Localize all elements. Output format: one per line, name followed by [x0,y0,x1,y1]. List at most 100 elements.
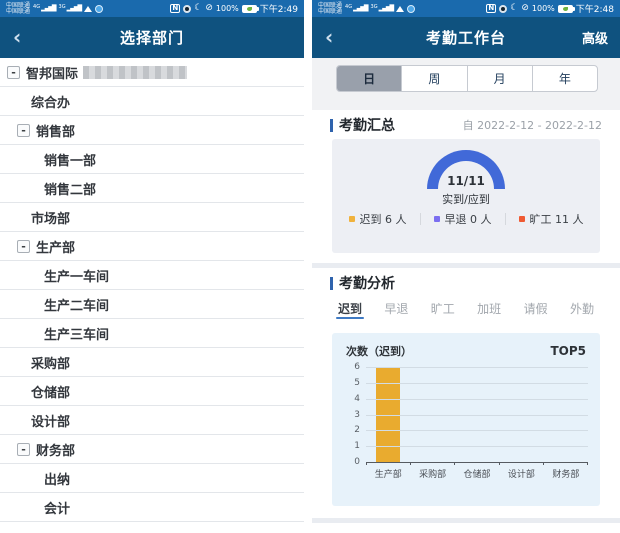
summary-legend: 迟到 6 人 早退 0 人 旷工 11 人 [332,211,600,227]
x-axis-ticks [366,462,588,465]
tick-mark [542,462,587,465]
legend-label: 旷工 11 人 [529,213,584,226]
tab-leave[interactable]: 请假 [522,296,550,320]
tree-row[interactable]: - 销售部 [0,116,304,145]
collapse-toggle-icon[interactable]: - [17,123,30,137]
screenshot-canvas: 中国联通 中国联通 4G ▂▄▆█ 3G ▂▄▆█ N ☾ ⊘ 100% 下午2… [0,0,620,533]
clock-time: 下午2:49 [259,5,298,15]
tree-row-label: 综合办 [31,95,71,111]
carrier-label: 中国联通 中国联通 [6,2,30,15]
back-button[interactable]: ‹ [13,27,21,47]
signal-bars-icon-2: ▂▄▆█ [66,5,83,12]
gauge-value: 11/11 [447,174,485,188]
tab-overtime[interactable]: 加班 [475,296,503,320]
night-mode-icon: ☾ [194,3,203,13]
wifi-icon [396,5,405,12]
collapse-toggle-icon[interactable]: - [17,239,30,253]
tree-row-label: 市场部 [31,211,71,227]
date-range-label: 自 2022-2-12 - 2022-2-12 [462,119,602,132]
tree-row[interactable]: - 智邦国际 [0,58,304,87]
tab-early-leave[interactable]: 早退 [382,296,410,320]
section-accent-bar [330,118,333,132]
tree-row[interactable]: - 生产部 [0,232,304,261]
gridline [366,382,588,384]
signal-bars-icon-2: ▂▄▆█ [378,5,395,12]
battery-icon [557,4,575,13]
status-bar: 中国联通 中国联通 4G ▂▄▆█ 3G ▂▄▆█ N ☾ ⊘ 100% 下午2… [0,0,304,17]
chart-title: 次数（迟到） [346,345,412,358]
tree-row[interactable]: 综合办 [0,87,304,116]
tab-absent[interactable]: 旷工 [429,296,457,320]
section-title: 考勤汇总 [339,118,395,134]
tree-row[interactable]: 设计部 [0,406,304,435]
legend-swatch-absent [518,216,525,222]
collapse-toggle-icon[interactable]: - [7,65,20,79]
signal-bars-icon: ▂▄▆█ [41,5,57,12]
page-title: 选择部门 [119,29,184,47]
segment-year[interactable]: 年 [531,66,597,91]
tick-mark [366,462,410,465]
status-bar: 中国联通 中国联通 4G ▂▄▆█ 3G ▂▄▆█ N ☾ ⊘ 100% 下午2… [312,0,620,17]
signal-icon-2: 3G ▂▄▆█ [370,4,395,13]
tick-mark [498,462,543,465]
back-button[interactable]: ‹ [325,27,333,47]
night-mode-icon: ☾ [510,3,519,13]
signal-icon-2: 3G ▂▄▆█ [59,5,83,13]
tree-row-label: 生产二车间 [44,298,110,314]
battery-icon [241,4,259,13]
x-axis-labels: 生产部 采购部 仓储部 设计部 财务部 [366,467,588,480]
app-header: ‹ 考勤工作台 高级 [312,17,620,58]
y-tick-label: 6 [354,362,360,372]
tree-row[interactable]: 仓储部 [0,377,304,406]
period-selector-area: 日 周 月 年 [312,58,620,110]
tree-row[interactable]: 出纳 [0,464,304,493]
tree-row[interactable]: 生产三车间 [0,319,304,348]
gridline [366,446,588,448]
attendance-summary-card: 11/11 实到/应到 迟到 6 人 早退 0 人 旷工 11 人 [332,139,600,253]
tree-row-label: 销售部 [36,124,76,140]
x-tick-label: 仓储部 [463,470,491,480]
network-type-label-2: 3G [370,4,378,10]
mute-icon: ⊘ [205,3,213,13]
section-accent-bar [330,276,333,290]
signal-icon: 4G ▂▄▆█ [345,5,369,13]
advanced-button[interactable]: 高级 [582,17,608,58]
segment-month[interactable]: 月 [466,66,532,91]
battery-percent: 100% [531,4,555,13]
right-screen-attendance-workbench: 中国联通 中国联通 4G ▂▄▆█ 3G ▂▄▆█ N ☾ ⊘ 100% 下午2… [312,0,620,533]
tree-row[interactable]: 会计 [0,493,304,522]
y-tick-label: 4 [354,393,360,404]
collapse-toggle-icon[interactable]: - [17,442,30,456]
y-tick-label: 2 [354,425,360,436]
gridline [366,430,588,432]
bar-plot: 0 1 2 3 4 5 6 [354,362,588,467]
tree-row[interactable]: 市场部 [0,203,304,232]
power-save-leaf-icon [246,6,252,11]
tree-row[interactable]: 销售一部 [0,145,304,174]
legend-label: 迟到 6 人 [359,213,407,226]
gridline [366,414,588,416]
tab-late[interactable]: 迟到 [336,296,365,320]
left-screen-select-department: 中国联通 中国联通 4G ▂▄▆█ 3G ▂▄▆█ N ☾ ⊘ 100% 下午2… [0,0,304,533]
clock-time: 下午2:48 [575,5,614,15]
tick-mark [410,462,454,465]
x-tick-label: 财务部 [552,470,580,480]
tree-row-label: 智邦国际 [26,66,79,82]
tree-row[interactable]: 采购部 [0,348,304,377]
legend-swatch-early-leave [433,216,440,222]
power-save-leaf-icon [562,6,568,11]
legend-item-absent: 旷工 11 人 [506,211,597,227]
tree-row[interactable]: - 财务部 [0,435,304,464]
app-header: ‹ 选择部门 [0,17,304,58]
segment-day[interactable]: 日 [337,66,402,91]
tree-row[interactable]: 生产二车间 [0,290,304,319]
tree-row-label: 采购部 [31,356,71,372]
tree-row[interactable]: 销售二部 [0,174,304,203]
legend-swatch-late [348,216,355,222]
tab-field-work[interactable]: 外勤 [568,296,596,320]
tree-row-label: 生产三车间 [44,327,110,343]
network-type-label: 4G [33,4,41,10]
tree-row[interactable]: 生产一车间 [0,261,304,290]
segment-week[interactable]: 周 [401,66,466,91]
x-tick-label: 设计部 [507,470,535,480]
